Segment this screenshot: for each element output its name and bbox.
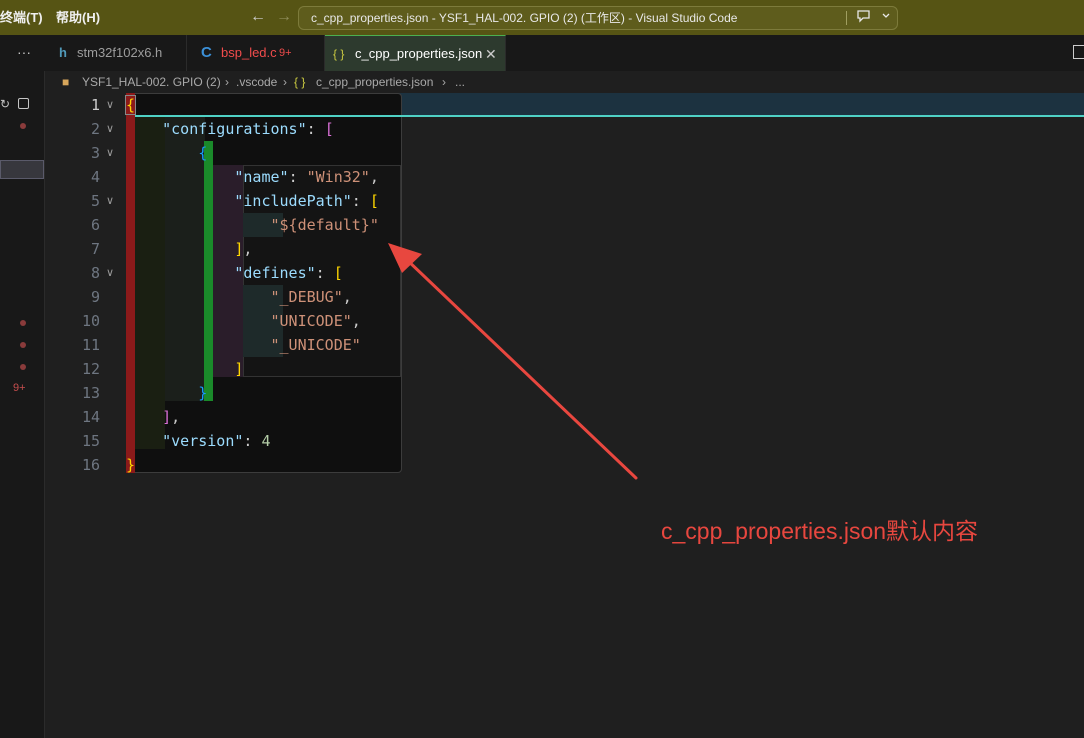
annotation-label: c_cpp_properties.json默认内容 [661, 518, 979, 544]
annotation-arrow-icon [388, 243, 638, 480]
